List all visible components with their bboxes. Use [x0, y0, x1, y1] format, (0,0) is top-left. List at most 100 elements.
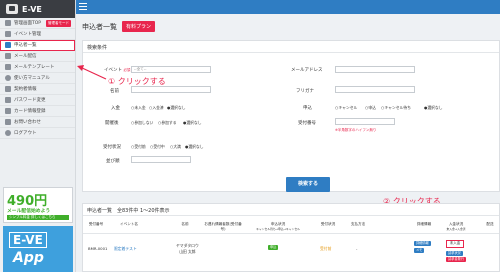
apply-label: 申込 [303, 106, 312, 111]
furigana-input[interactable] [335, 86, 415, 93]
sidebar-item-label: メールテンプレート [14, 65, 55, 70]
attend-label: 開催後 [105, 121, 119, 126]
col-header-apply: 申込状況 キャンセル待ち→申込→キャンセル [256, 222, 300, 231]
sidebar-item-label: ログアウト [14, 131, 37, 136]
receipt-input[interactable] [335, 118, 395, 125]
cell-payment: - [356, 246, 358, 251]
sidebar-item-label: 使い方マニュアル [14, 76, 50, 81]
apply-status-badge[interactable]: 申込 [268, 245, 279, 250]
cell-status: 受付前 [320, 246, 332, 251]
sort-label: 並び順 [106, 159, 120, 164]
search-panel: 検索条件 [82, 40, 500, 192]
sidebar-item-label: カード情報登録 [14, 109, 46, 114]
event-label: イベント 必須 [104, 68, 131, 73]
logo[interactable]: E-VE [0, 0, 75, 18]
col-header-companion: お連れ情報者数(受付番号) [204, 222, 242, 231]
furigana-label: フリガナ [296, 89, 314, 94]
envelope-icon [5, 119, 11, 125]
user-icon [5, 42, 11, 48]
sidebar-item-template[interactable]: メールテンプレート [0, 62, 75, 73]
plan-badge: 有料プラン [122, 21, 156, 32]
price-strip: シンプル料金 詳しくはこちら [7, 215, 69, 220]
attend-option-none[interactable]: ●選択なし [183, 120, 202, 126]
memo-button[interactable]: メモ [414, 248, 425, 253]
sidebar-item-events[interactable]: イベント管理 [0, 29, 75, 40]
col-header-payment: 支払方法 [350, 222, 366, 226]
status-option-full[interactable]: ○大満 [170, 144, 181, 150]
sidebar-item-mail[interactable]: メール配信 [0, 51, 75, 62]
sidebar-item-label: 管理画面TOP [14, 21, 42, 26]
sidebar-item-label: 契約者情報 [14, 87, 37, 92]
name-label: 名前 [110, 89, 119, 94]
price-banner[interactable]: 490円 メール配信始めよう シンプル料金 詳しくはこちら [3, 187, 73, 223]
col-header-delivery: 配送 [486, 222, 494, 226]
apply-option-waitlist[interactable]: ○キャンセル待ち [381, 105, 411, 111]
paid-option-none[interactable]: ●選択なし [167, 105, 186, 111]
logo-text: E-VE [22, 4, 42, 14]
paid-label: 入金 [111, 106, 120, 111]
paid-option-unpaid[interactable]: ○未入金 [131, 105, 146, 111]
row-divider [83, 233, 499, 234]
unpaid-status-button[interactable]: 未入金 [446, 240, 464, 248]
attend-option-yes[interactable]: ○参加する [158, 120, 177, 126]
sidebar-item-contact[interactable]: お問い合わせ [0, 117, 75, 128]
status-option-open[interactable]: ○受付中 [150, 144, 165, 150]
col-header-name: 名前 [181, 222, 189, 226]
col-header-event: イベント名 [120, 222, 138, 226]
menu-icon[interactable] [79, 3, 87, 11]
cell-receipt-id: BMR-0001 [88, 246, 108, 251]
sidebar-item-contractor[interactable]: 契約者情報 [0, 84, 75, 95]
help-icon [5, 75, 11, 81]
name-input[interactable] [131, 86, 211, 93]
search-button[interactable]: 検索する [286, 177, 330, 192]
price-subtext: メール配信始めよう [7, 209, 51, 214]
cell-event-link[interactable]: 限定着テスト [114, 246, 137, 252]
top-bar [76, 0, 500, 14]
email-input[interactable] [335, 66, 415, 73]
sidebar-item-label: イベント管理 [14, 32, 41, 37]
list-icon [5, 31, 11, 37]
status-option-none[interactable]: ●選択なし [185, 144, 204, 150]
app-banner-title: E-VE [9, 232, 47, 248]
col-header-detail: 詳細情報 [416, 222, 432, 226]
col-header-paid: 入金状況 未入金→入金済 [446, 222, 466, 231]
status-label: 受付状況 [103, 145, 121, 150]
sort-select[interactable] [131, 156, 191, 163]
status-option-before[interactable]: ○受付前 [131, 144, 146, 150]
receipt-note: ※半角数字のハイフン無り [335, 128, 377, 132]
event-select[interactable]: --全て-- [131, 66, 211, 73]
col-header-status: 受付状況 [320, 222, 336, 226]
paid-option-paid[interactable]: ○入金済 [149, 105, 164, 111]
email-label: メールアドレス [291, 68, 323, 73]
app-banner-sub: App [13, 250, 44, 266]
search-heading: 検索条件 [83, 41, 499, 53]
sidebar-item-applicants[interactable]: 申込者一覧 [0, 40, 75, 51]
app-banner[interactable]: E-VE App [3, 226, 73, 272]
sidebar-item-manual[interactable]: 使い方マニュアル [0, 73, 75, 84]
receipt-label: 受付番号 [298, 121, 316, 126]
sidebar-item-top[interactable]: 管理画面TOP 管理者モード [0, 18, 75, 29]
invoice-status-button[interactable]: 請求状況 [446, 251, 463, 256]
apply-option-cancel[interactable]: ○キャンセル [335, 105, 357, 111]
sidebar-item-label: メール配信 [14, 54, 37, 59]
applicant-list-panel: 申込者一覧 全83件中 1〜20件表示 [82, 203, 500, 272]
invoice-issue-button[interactable]: 請求書発行 [446, 257, 466, 262]
document-icon [5, 86, 11, 92]
apply-option-apply[interactable]: ○申込 [365, 105, 376, 111]
sidebar-item-card[interactable]: カード情報登録 [0, 106, 75, 117]
sidebar-item-password[interactable]: パスワード変更 [0, 95, 75, 106]
sidebar-item-logout[interactable]: ログアウト [0, 128, 75, 139]
send-icon [5, 53, 11, 59]
card-icon [5, 108, 11, 114]
apply-option-none[interactable]: ●選択なし [424, 105, 443, 111]
attend-option-no[interactable]: ○参加しない [131, 120, 153, 126]
logout-icon [5, 130, 11, 136]
col-header-receipt: 受付番号 [88, 222, 104, 226]
logo-icon [6, 4, 18, 14]
list-heading: 申込者一覧 全83件中 1〜20件表示 [83, 204, 499, 216]
detail-button[interactable]: 詳細情報 [414, 241, 431, 246]
key-icon [5, 97, 11, 103]
cell-name: ヤマダタロウ 山田 太郎 [176, 243, 199, 254]
annotation-step1: ① クリックする [108, 77, 166, 86]
sidebar-item-label: お問い合わせ [14, 120, 41, 125]
